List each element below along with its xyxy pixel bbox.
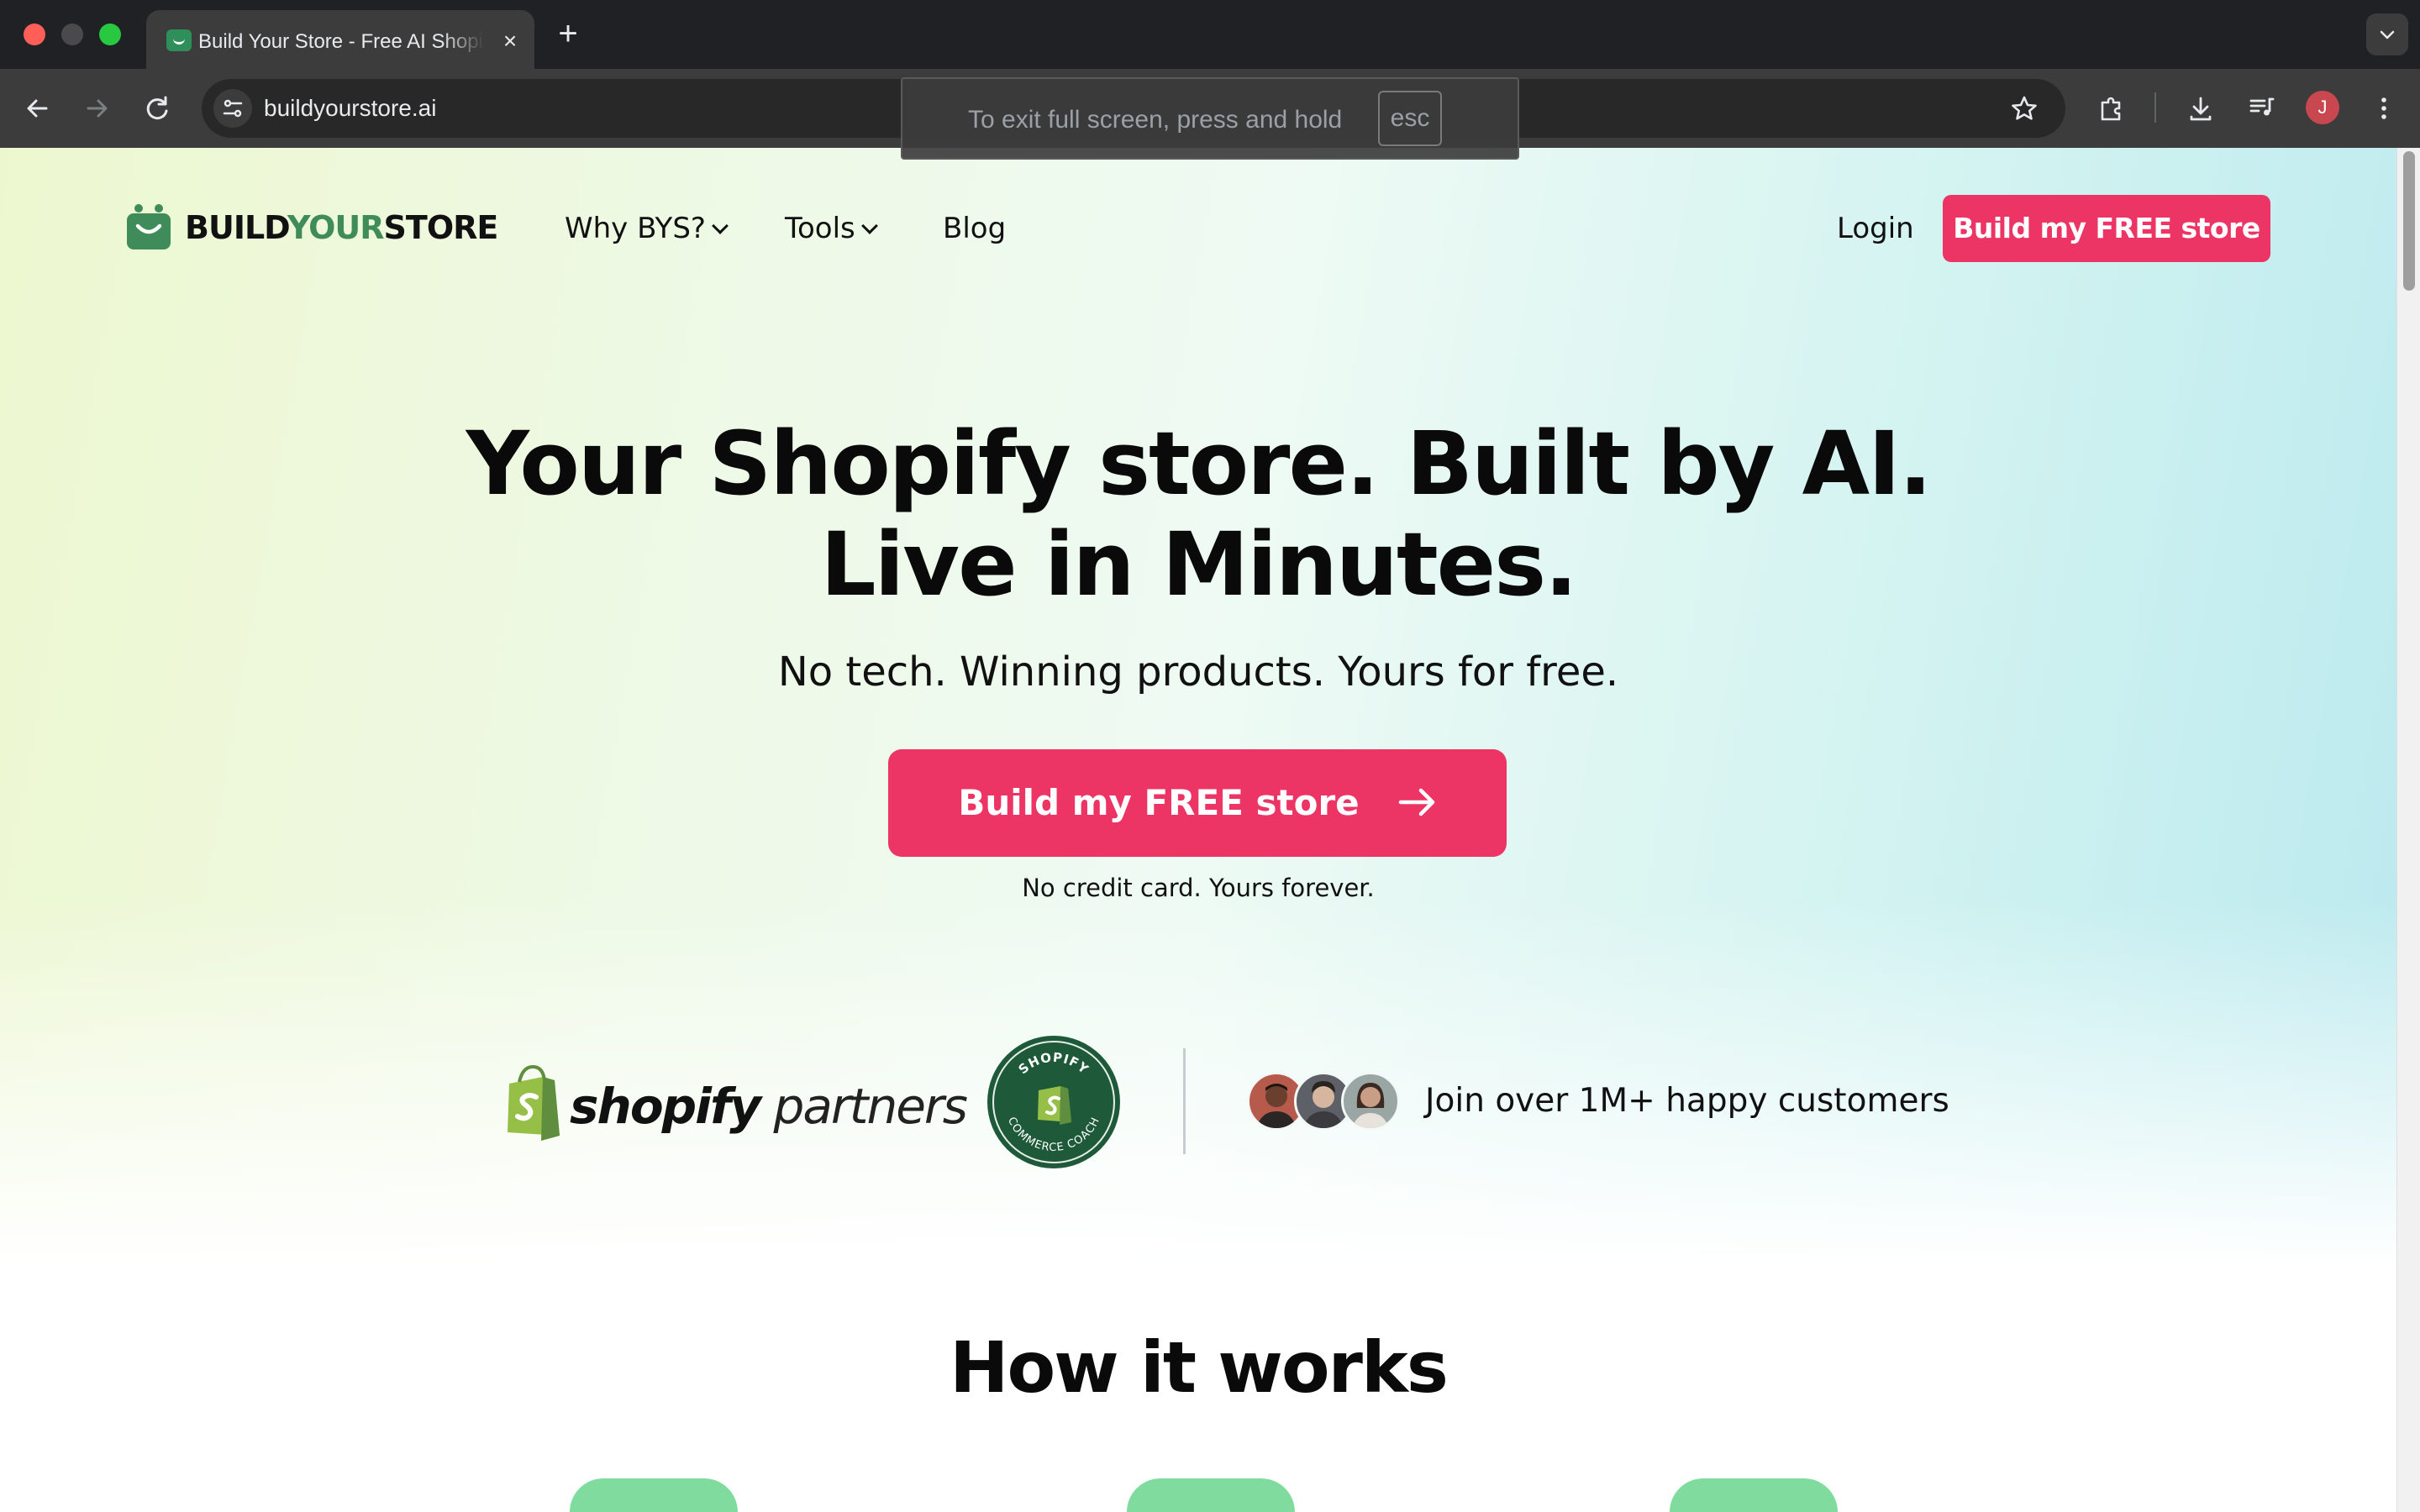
shopify-bag-icon <box>508 1064 560 1141</box>
how-it-works-heading: How it works <box>950 1326 1449 1409</box>
hero-title-line-2: Live in Minutes. <box>820 513 1577 616</box>
tab-title: Build Your Store - Free AI Shopify Store… <box>198 30 484 53</box>
reload-button[interactable] <box>138 89 176 128</box>
step-2-badge <box>1127 1478 1295 1512</box>
tab-search-button[interactable] <box>2366 13 2408 55</box>
puzzle-icon <box>2101 97 2121 121</box>
brand-word-build: BUILD <box>185 209 288 246</box>
shopping-bag-logo-icon <box>127 204 171 249</box>
arrow-right-icon <box>1398 788 1434 816</box>
shopify-commerce-coach-badge: SHOPIFY COMMERCE COACH <box>987 1036 1120 1168</box>
trust-divider <box>1183 1048 1186 1154</box>
partners-word-partners: partners <box>773 1078 968 1135</box>
shopify-partners-logo: shopify partners <box>501 1063 968 1147</box>
nav-blog[interactable]: Blog <box>943 210 1006 247</box>
browser-menu-button[interactable] <box>2365 89 2403 128</box>
site-info-button[interactable] <box>213 89 252 128</box>
brand-word-your: YOUR <box>287 209 385 246</box>
page-scrollbar[interactable] <box>2396 148 2420 1512</box>
hero-title-line-1: Your Shopify store. Built by AI. <box>466 412 1933 515</box>
page-viewport: BUILDYOURSTORE Why BYS? Tools Blog Login… <box>0 148 2420 1512</box>
scrollbar-thumb[interactable] <box>2403 151 2415 291</box>
url-text[interactable]: buildyourstore.ai <box>264 94 436 123</box>
browser-tab-bar: Build Your Store - Free AI Shopify Store… <box>0 0 2420 69</box>
back-button[interactable] <box>18 89 57 128</box>
toolbar-divider <box>2154 92 2156 123</box>
minimize-window-button[interactable] <box>61 24 83 45</box>
fullscreen-window-button[interactable] <box>99 24 121 45</box>
media-control-button[interactable] <box>2242 89 2281 128</box>
fullscreen-hint-text: To exit full screen, press and hold <box>968 106 1343 134</box>
fullscreen-exit-banner: To exit full screen, press and hold esc <box>901 77 1519 160</box>
hero-cta-label: Build my FREE store <box>958 782 1360 823</box>
forward-button[interactable] <box>77 89 116 128</box>
customer-avatar <box>1341 1072 1400 1131</box>
esc-key-label: esc <box>1378 91 1442 146</box>
partners-word-shopify: shopify <box>570 1078 761 1135</box>
no-credit-card-note: No credit card. Yours forever. <box>1022 874 1375 902</box>
close-window-button[interactable] <box>24 24 45 45</box>
download-icon <box>2190 97 2212 121</box>
bookmark-star-icon[interactable] <box>2005 89 2044 128</box>
brand-word-store: STORE <box>383 209 499 246</box>
chevron-down-icon <box>860 218 878 234</box>
tune-icon <box>223 99 243 118</box>
customers-count-text: Join over 1M+ happy customers <box>1425 1082 1949 1120</box>
partners-wordmark: shopify partners <box>570 1078 968 1135</box>
queue-music-icon <box>2249 97 2275 116</box>
step-1-badge <box>570 1478 738 1512</box>
tab-close-icon[interactable]: × <box>496 27 524 55</box>
new-tab-button[interactable]: + <box>551 15 585 52</box>
site-favicon-icon <box>166 29 192 51</box>
arrow-left-icon <box>27 99 48 118</box>
browser-tab[interactable]: Build Your Store - Free AI Shopify Store… <box>146 10 534 69</box>
profile-avatar[interactable]: J <box>2306 91 2339 124</box>
hero-subtitle: No tech. Winning products. Yours for fre… <box>777 648 1619 696</box>
hero-build-store-button[interactable]: Build my FREE store <box>888 749 1507 857</box>
nav-why-bys-label: Why BYS? <box>565 212 706 245</box>
login-link[interactable]: Login <box>1837 210 1914 247</box>
downloads-button[interactable] <box>2181 89 2220 128</box>
chevron-down-icon <box>2380 30 2395 39</box>
chevron-down-icon <box>712 218 729 234</box>
nav-tools[interactable]: Tools <box>785 210 878 247</box>
nav-tools-label: Tools <box>785 212 855 245</box>
reload-icon <box>146 96 168 120</box>
more-vertical-icon <box>2381 97 2386 119</box>
extensions-button[interactable] <box>2092 89 2131 128</box>
step-3-badge <box>1670 1478 1838 1512</box>
nav-why-bys[interactable]: Why BYS? <box>565 210 729 247</box>
brand-wordmark: BUILDYOURSTORE <box>185 208 499 247</box>
header-build-store-button[interactable]: Build my FREE store <box>1943 195 2270 262</box>
arrow-right-icon <box>87 99 108 118</box>
